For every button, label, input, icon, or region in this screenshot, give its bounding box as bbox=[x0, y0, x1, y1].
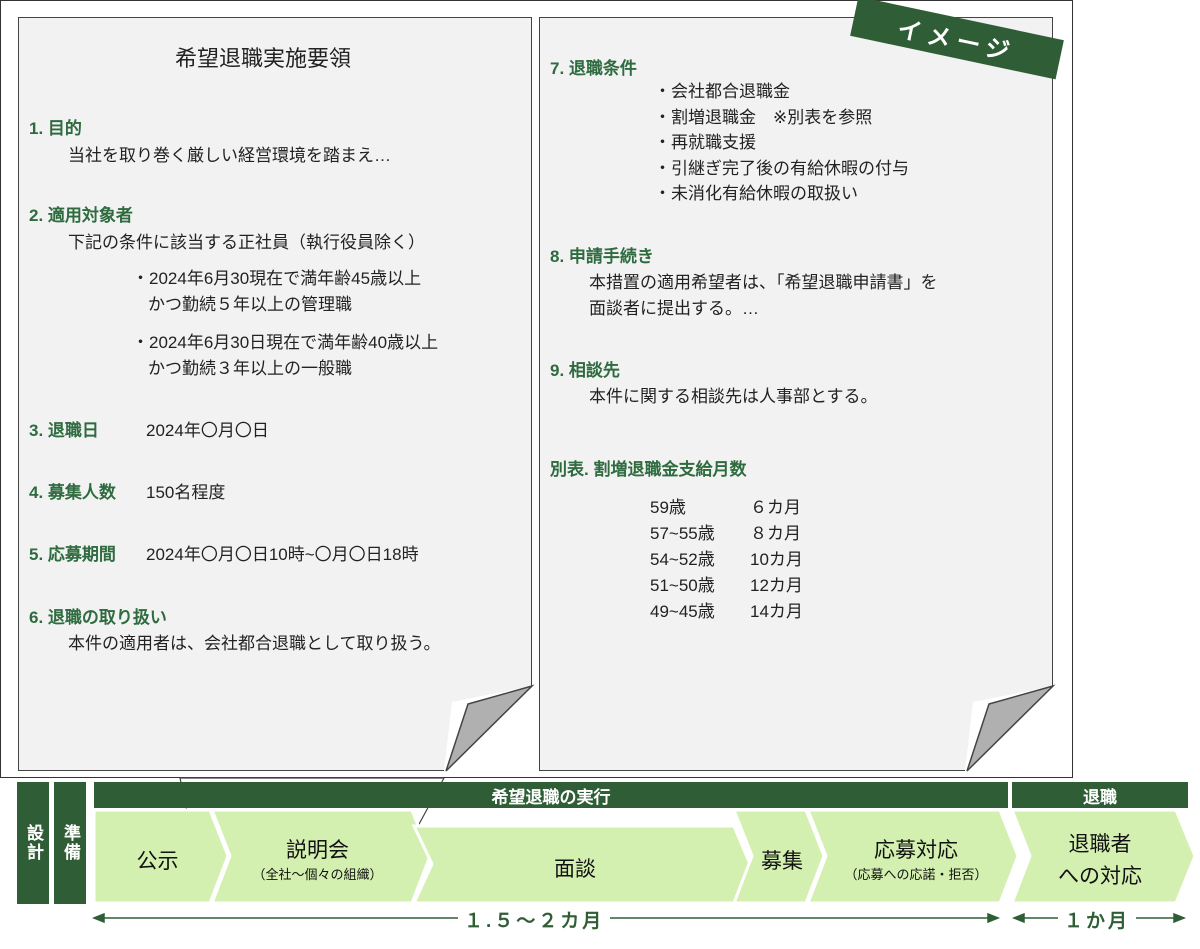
period1-arrow-left bbox=[91, 912, 105, 924]
period2-arrow-right bbox=[1173, 912, 1187, 924]
step-retiree-2: への対応 bbox=[1058, 865, 1142, 888]
step-retiree-1: 退職者 bbox=[1068, 833, 1132, 856]
step-briefing-sub: （全社～個々の組織） bbox=[252, 867, 383, 882]
period2-arrow-left bbox=[1011, 912, 1025, 924]
step-response-sub: （応募への応諾・拒否） bbox=[844, 867, 988, 882]
step-response: 応募対応 bbox=[874, 839, 958, 862]
step-briefing: 説明会 bbox=[286, 839, 349, 862]
period1-arrow-right bbox=[987, 912, 1001, 924]
period-1: １.５～２カ月 bbox=[458, 906, 611, 933]
step-recruit: 募集 bbox=[761, 850, 803, 873]
step-announce: 公示 bbox=[136, 850, 179, 873]
step-interview: 面談 bbox=[554, 858, 596, 881]
timeline-arrows bbox=[91, 808, 1197, 924]
period-2: １か月 bbox=[1058, 906, 1137, 933]
